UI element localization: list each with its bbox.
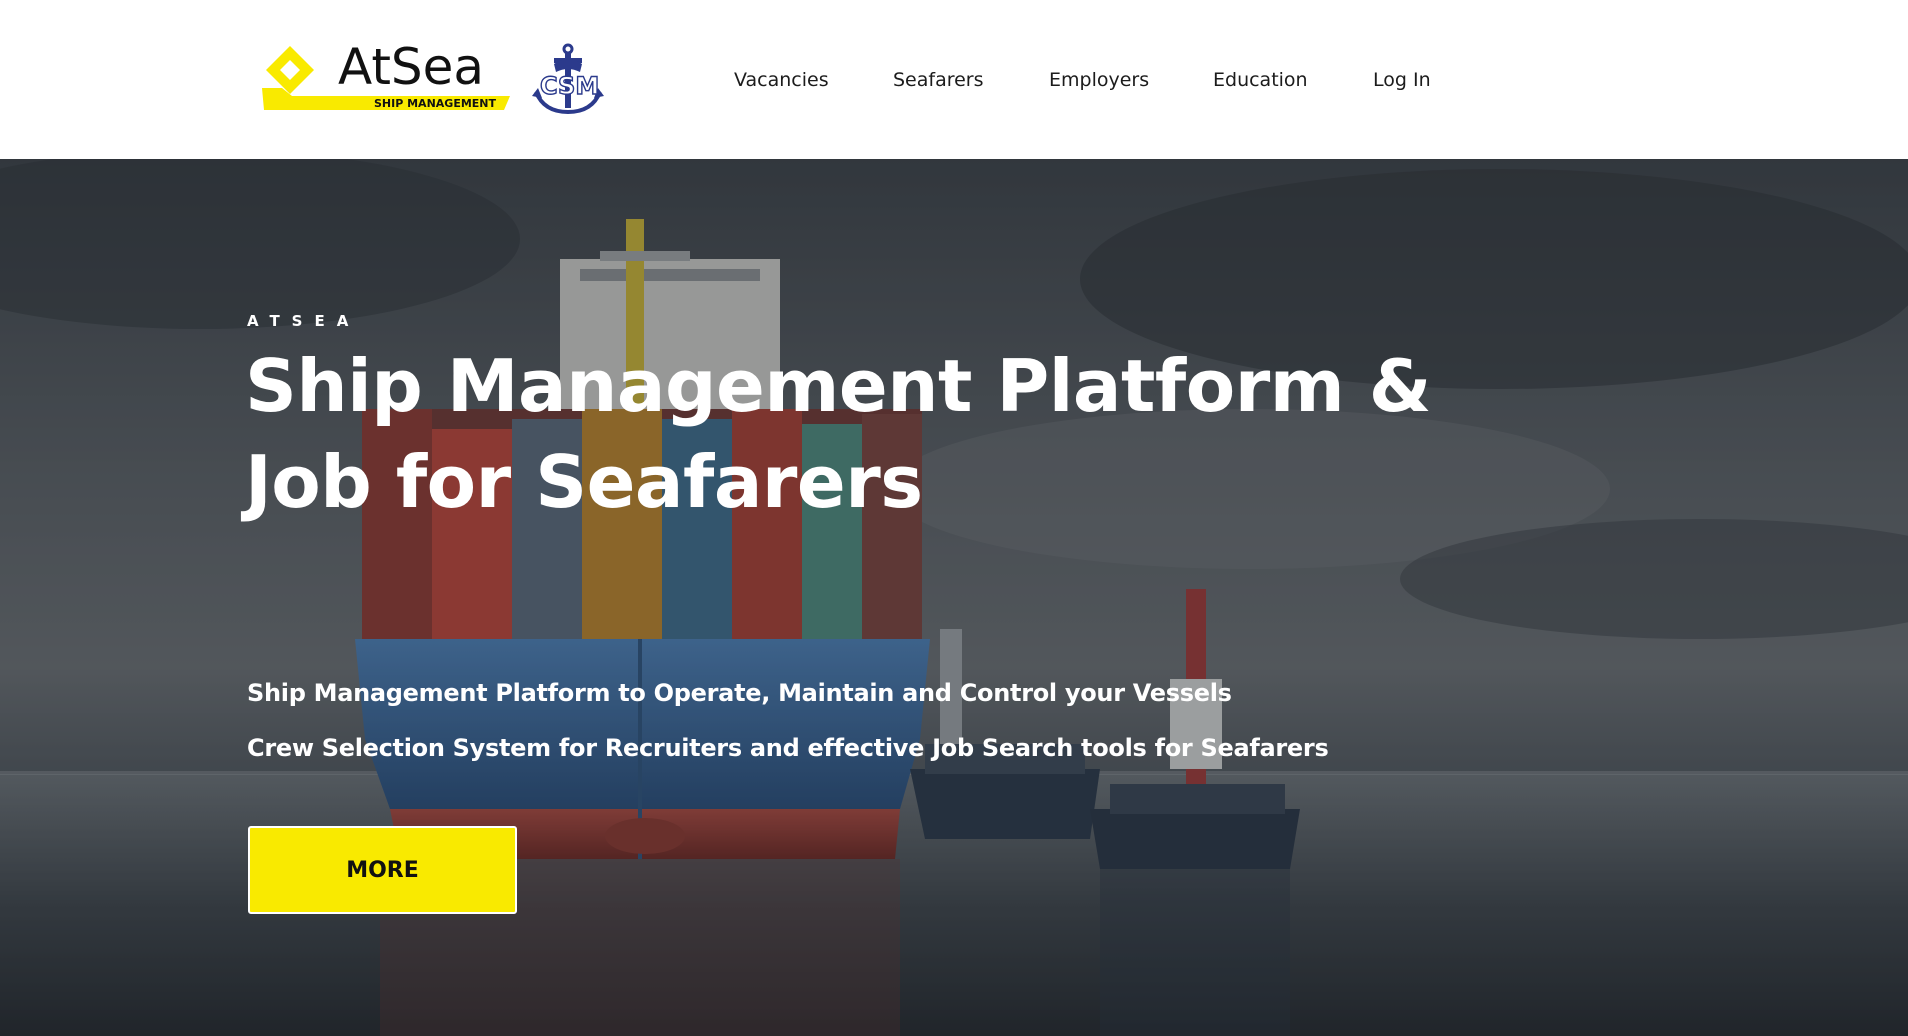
hero-eyebrow: ATSEA xyxy=(247,312,361,330)
nav-login[interactable]: Log In xyxy=(1373,68,1431,92)
hero-subtitle-1: Ship Management Platform to Operate, Mai… xyxy=(247,679,1232,707)
hero-title-line-2: Job for Seafarers xyxy=(245,440,923,524)
nav-seafarers[interactable]: Seafarers xyxy=(893,68,984,92)
nav-education[interactable]: Education xyxy=(1213,68,1308,92)
more-button[interactable]: MORE xyxy=(248,826,517,914)
main-nav: Vacancies Seafarers Employers Education … xyxy=(0,0,1908,159)
site-header: AtSea SHIP MANAGEMENT CSM Vacancies Seaf… xyxy=(0,0,1908,159)
nav-employers[interactable]: Employers xyxy=(1049,68,1149,92)
hero-title-line-1: Ship Management Platform & xyxy=(245,344,1432,428)
hero-title: Ship Management Platform & Job for Seafa… xyxy=(245,338,1445,530)
hero-subtitle-2: Crew Selection System for Recruiters and… xyxy=(247,734,1329,762)
nav-vacancies[interactable]: Vacancies xyxy=(734,68,829,92)
